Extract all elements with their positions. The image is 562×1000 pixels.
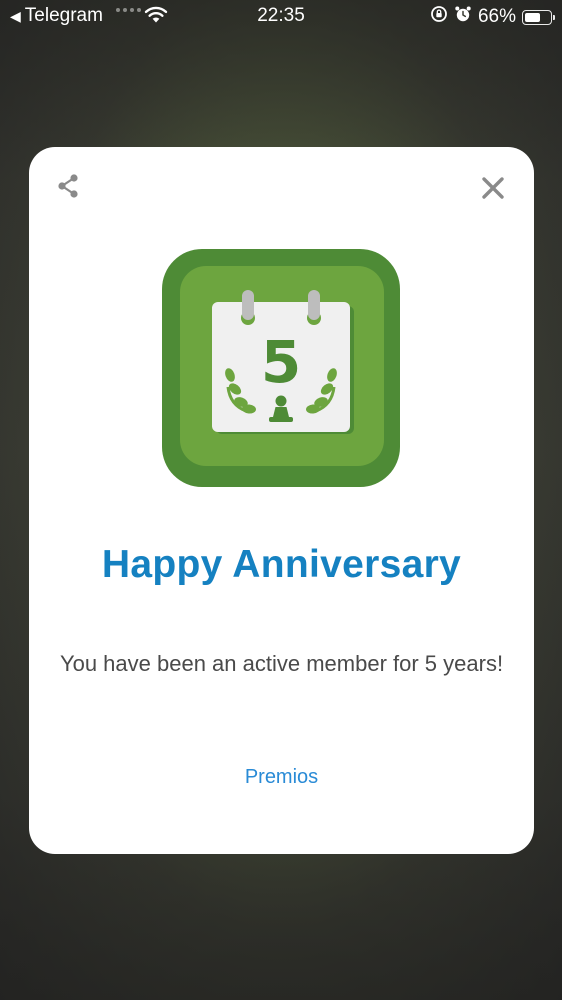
battery-level-fill	[525, 12, 540, 22]
battery-percent: 66%	[477, 6, 516, 27]
status-bar: ◀ Telegram 22:35 66%	[0, 0, 562, 32]
anniversary-dialog: 5 Happy Anniversary You have been an act…	[29, 147, 534, 854]
anniversary-calendar-icon: 5	[162, 249, 400, 487]
dialog-message: You have been an active member for 5 yea…	[59, 651, 504, 676]
close-icon	[482, 177, 504, 199]
badge-number: 5	[261, 328, 301, 396]
share-button[interactable]	[53, 171, 83, 201]
battery-icon	[522, 9, 555, 25]
share-icon	[58, 174, 78, 198]
premios-link[interactable]: Premios	[29, 766, 534, 789]
close-button[interactable]	[478, 173, 508, 203]
alarm-icon	[454, 5, 472, 29]
orientation-lock-icon	[430, 5, 448, 29]
dialog-title: Happy Anniversary	[101, 543, 462, 586]
